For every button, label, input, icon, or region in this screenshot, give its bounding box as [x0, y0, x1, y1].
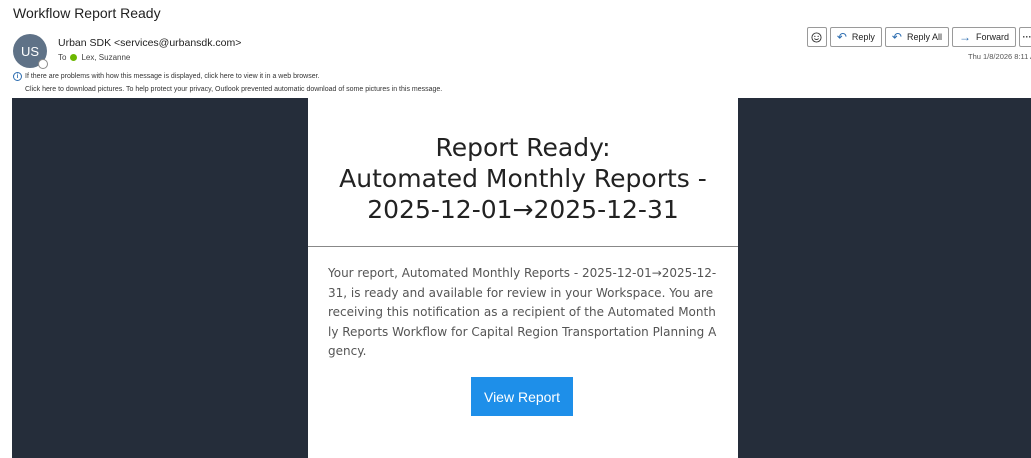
- more-icon: ···: [1022, 32, 1031, 42]
- reply-icon: ↶: [836, 30, 847, 44]
- view-report-button[interactable]: View Report: [471, 377, 573, 416]
- info-icon: i: [13, 72, 22, 81]
- reply-all-icon: ↶: [891, 30, 902, 44]
- email-subject: Workflow Report Ready: [13, 5, 161, 21]
- recipients-line: To Lex, Suzanne: [58, 53, 130, 62]
- card-title-line: 2025-12-01→2025-12-31: [367, 195, 679, 224]
- reply-all-label: Reply All: [906, 32, 942, 42]
- forward-icon: →: [958, 30, 971, 44]
- react-button[interactable]: [806, 27, 827, 47]
- reply-button[interactable]: ↶ Reply: [829, 27, 882, 47]
- email-body: Report Ready: Automated Monthly Reports …: [12, 98, 1031, 458]
- card-title-line: Report Ready:: [435, 133, 611, 162]
- forward-label: Forward: [975, 32, 1009, 42]
- message-actions: ↶ Reply ↶ Reply All → Forward ···: [806, 27, 1031, 47]
- notification-card: Report Ready: Automated Monthly Reports …: [308, 98, 738, 458]
- more-actions-button[interactable]: ···: [1019, 27, 1031, 47]
- forward-button[interactable]: → Forward: [951, 27, 1016, 47]
- card-divider: [308, 246, 738, 247]
- reply-label: Reply: [851, 32, 875, 42]
- avatar-initials: US: [20, 43, 40, 59]
- pictures-notice[interactable]: Click here to download pictures. To help…: [25, 86, 442, 93]
- card-title: Report Ready: Automated Monthly Reports …: [308, 98, 738, 225]
- display-notice-text[interactable]: If there are problems with how this mess…: [25, 73, 320, 80]
- presence-status-icon: [38, 59, 48, 69]
- smiley-icon: [811, 31, 822, 43]
- recipient-name[interactable]: Lex, Suzanne: [81, 53, 130, 62]
- recipient-presence-icon: [70, 54, 78, 61]
- to-label: To: [58, 53, 67, 62]
- card-title-line: Automated Monthly Reports -: [339, 164, 707, 193]
- display-notice[interactable]: i If there are problems with how this me…: [13, 72, 320, 81]
- received-date: Thu 1/8/2026 8:11 A: [968, 52, 1031, 61]
- sender-name[interactable]: Urban SDK <services@urbansdk.com>: [58, 37, 241, 49]
- reply-all-button[interactable]: ↶ Reply All: [884, 27, 949, 47]
- card-body-text: Your report, Automated Monthly Reports -…: [328, 266, 717, 358]
